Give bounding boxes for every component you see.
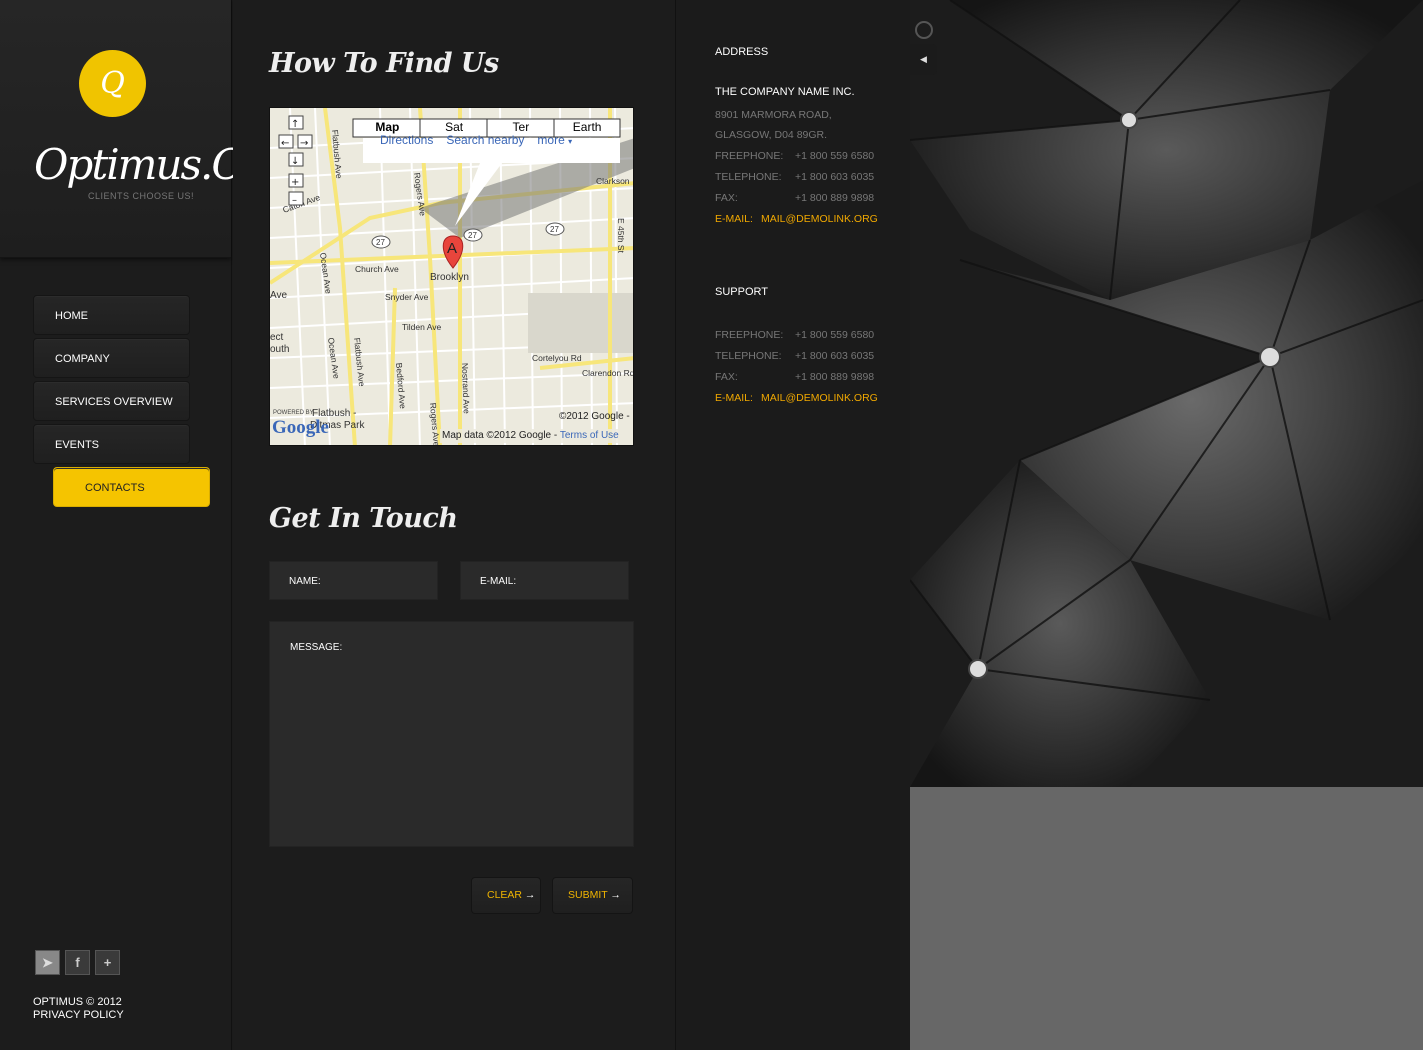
svg-text:Clarkson: Clarkson	[596, 176, 630, 186]
map-tab-ter[interactable]: Ter	[488, 120, 555, 134]
footer: OPTIMUS © 2012 PRIVACY POLICY	[33, 996, 124, 1022]
support-fax: FAX: +1 800 889 9898	[715, 371, 875, 383]
main-content: How To Find Us Caton Ave Church Ave Snyd…	[233, 0, 676, 1050]
map-tab-sat[interactable]: Sat	[421, 120, 488, 134]
arrow-right-icon: →	[522, 889, 536, 901]
svg-text:Church Ave: Church Ave	[355, 264, 399, 274]
svg-text:→: →	[300, 138, 308, 149]
message-label: MESSAGE:	[290, 642, 343, 653]
logo-text[interactable]: Optimus.Co	[34, 140, 267, 189]
address-city: GLASGOW, D04 89GR.	[715, 129, 828, 141]
name-label: NAME:	[289, 576, 321, 587]
get-in-touch-heading: Get In Touch	[269, 503, 458, 534]
svg-text:outh: outh	[270, 344, 289, 355]
svg-text:–: –	[292, 195, 297, 206]
email-field[interactable]: E-MAIL:	[460, 561, 629, 600]
svg-text:↓: ↓	[291, 156, 299, 167]
nav-item-company[interactable]: COMPANY	[33, 338, 190, 378]
address-email: E-MAIL: MAIL@DEMOLINK.ORG	[715, 213, 878, 225]
map-tab-map[interactable]: Map	[354, 120, 421, 134]
more-link[interactable]: more ▾	[537, 133, 572, 147]
svg-text:+: +	[291, 177, 299, 188]
address-street: 8901 MARMORA ROAD,	[715, 109, 832, 121]
arrow-right-icon: →	[607, 889, 621, 901]
svg-text:E 45th St: E 45th St	[616, 218, 626, 254]
plus-icon[interactable]: +	[95, 950, 120, 975]
map-type-tabs: Map Sat Ter Earth	[354, 120, 620, 134]
clear-button[interactable]: CLEAR →	[471, 877, 541, 914]
umbrella-background-image	[910, 0, 1423, 787]
svg-text:Ave: Ave	[270, 290, 287, 301]
facebook-icon[interactable]: f	[65, 950, 90, 975]
search-nearby-link[interactable]: Search nearby	[446, 133, 524, 147]
svg-text:←: ←	[281, 138, 289, 149]
submit-button[interactable]: SUBMIT →	[552, 877, 633, 914]
svg-text:Brooklyn: Brooklyn	[430, 272, 469, 283]
sidebar: Q Optimus.Co CLIENTS CHOOSE US! HOME COM…	[0, 0, 267, 1050]
message-field[interactable]: MESSAGE:	[269, 621, 634, 847]
email-label: E-MAIL:	[480, 576, 517, 587]
powered-by-label: POWERED BY	[273, 410, 314, 416]
social-links: ➤ f +	[35, 950, 120, 975]
logo-tagline: CLIENTS CHOOSE US!	[88, 191, 195, 201]
svg-text:↑: ↑	[291, 119, 299, 130]
address-telephone: TELEPHONE: +1 800 603 6035	[715, 171, 875, 183]
copyright: OPTIMUS © 2012	[33, 996, 122, 1008]
nav-item-events[interactable]: EVENTS	[33, 424, 190, 464]
contact-info: ADDRESS THE COMPANY NAME INC. 8901 MARMO…	[677, 0, 910, 1050]
privacy-policy-link[interactable]: PRIVACY POLICY	[33, 1009, 124, 1022]
svg-text:Nostrand Ave: Nostrand Ave	[460, 363, 472, 414]
svg-text:ect: ect	[270, 332, 284, 343]
svg-text:Cortelyou Rd: Cortelyou Rd	[532, 353, 582, 363]
name-field[interactable]: NAME:	[269, 561, 438, 600]
directions-link[interactable]: Directions	[380, 133, 433, 147]
map-copyright: ©2012 Google -	[559, 411, 630, 422]
address-title: ADDRESS	[715, 46, 769, 58]
company-name: THE COMPANY NAME INC.	[715, 86, 855, 98]
svg-text:27: 27	[468, 231, 477, 240]
find-us-heading: How To Find Us	[269, 48, 499, 79]
support-email: E-MAIL: MAIL@DEMOLINK.ORG	[715, 392, 878, 404]
svg-text:Clarendon Rd: Clarendon Rd	[582, 368, 634, 378]
map-tab-earth[interactable]: Earth	[554, 120, 620, 134]
svg-text:Snyder Ave: Snyder Ave	[385, 292, 429, 302]
terms-of-use-link[interactable]: Terms of Use	[560, 430, 619, 441]
address-email-link[interactable]: MAIL@DEMOLINK.ORG	[761, 213, 878, 225]
support-email-link[interactable]: MAIL@DEMOLINK.ORG	[761, 392, 878, 404]
address-fax: FAX: +1 800 889 9898	[715, 192, 875, 204]
background-panel	[910, 0, 1423, 1050]
svg-text:Tilden Ave: Tilden Ave	[402, 322, 441, 332]
nav-item-services-overview[interactable]: SERVICES OVERVIEW	[33, 381, 190, 421]
google-logo[interactable]: Google	[272, 417, 329, 439]
main-nav: HOME COMPANY SERVICES OVERVIEW EVENTS CO…	[33, 295, 210, 510]
svg-text:27: 27	[376, 238, 385, 247]
svg-text:27: 27	[550, 225, 559, 234]
logo-icon[interactable]: Q	[79, 50, 146, 117]
svg-text:A: A	[447, 240, 457, 257]
nav-item-home[interactable]: HOME	[33, 295, 190, 335]
nav-item-contacts[interactable]: CONTACTS	[53, 467, 210, 507]
collapse-arrow-icon[interactable]: ◀	[910, 44, 937, 75]
support-title: SUPPORT	[715, 286, 768, 298]
google-map[interactable]: Caton Ave Church Ave Snyder Ave Tilden A…	[269, 107, 634, 446]
chevron-down-icon: ▾	[568, 137, 573, 146]
support-telephone: TELEPHONE: +1 800 603 6035	[715, 350, 875, 362]
twitter-icon[interactable]: ➤	[35, 950, 60, 975]
address-freephone: FREEPHONE: +1 800 559 6580	[715, 150, 875, 162]
map-attribution: Map data ©2012 Google - Terms of Use	[442, 430, 619, 441]
support-freephone: FREEPHONE: +1 800 559 6580	[715, 329, 875, 341]
map-bubble-links: Directions Search nearby more ▾	[380, 133, 572, 147]
logo-area: Q Optimus.Co CLIENTS CHOOSE US!	[0, 0, 267, 258]
